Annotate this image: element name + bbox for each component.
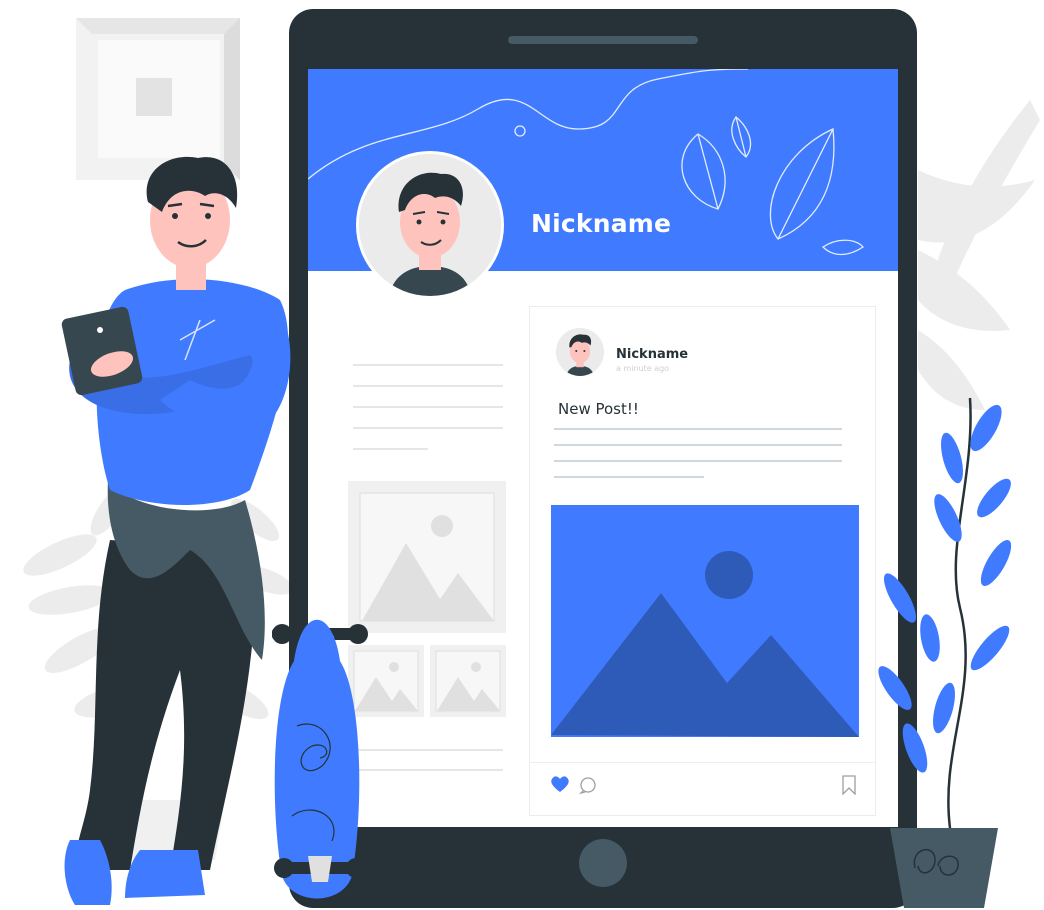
potted-plant [878, 397, 1012, 908]
tablet-device: Nickname Nickname a minute ago New Post!… [289, 9, 917, 908]
placeholder-line [353, 448, 428, 450]
background-leaf-right [918, 100, 1040, 410]
man-character [61, 156, 291, 905]
plant-leaves [878, 404, 1012, 773]
placeholder-line [353, 385, 503, 387]
placeholder-line [353, 749, 503, 751]
post-timestamp: a minute ago [616, 364, 670, 373]
profile-avatar[interactable] [356, 151, 504, 299]
gallery-image-small[interactable] [430, 645, 506, 717]
post-divider [530, 762, 875, 763]
post-author-avatar[interactable] [556, 328, 604, 376]
post-text: New Post!! [558, 400, 639, 418]
post-text-line [554, 428, 842, 430]
post-text-line [554, 444, 842, 446]
placeholder-line [353, 769, 503, 771]
post-author-name[interactable]: Nickname [616, 347, 688, 362]
image-placeholder-icon [551, 551, 859, 737]
post-text-line [554, 476, 704, 478]
placeholder-line [353, 406, 503, 408]
tablet-screen: Nickname Nickname a minute ago New Post!… [308, 69, 898, 827]
image-placeholder-icon [435, 650, 501, 712]
comment-icon[interactable] [579, 776, 597, 794]
bookmark-icon[interactable] [842, 775, 856, 795]
illustration-stage: Nickname Nickname a minute ago New Post!… [0, 0, 1044, 908]
tablet-speaker [508, 36, 698, 44]
tablet-home-button[interactable] [579, 839, 627, 887]
post-image[interactable] [551, 505, 859, 737]
avatar-face [556, 328, 604, 376]
heart-icon[interactable] [550, 775, 570, 793]
placeholder-line [353, 427, 503, 429]
profile-name: Nickname [531, 209, 672, 238]
post-card: Nickname a minute ago New Post!! [529, 306, 876, 816]
post-text-line [554, 460, 842, 462]
avatar-face [359, 154, 501, 296]
placeholder-line [353, 364, 503, 366]
